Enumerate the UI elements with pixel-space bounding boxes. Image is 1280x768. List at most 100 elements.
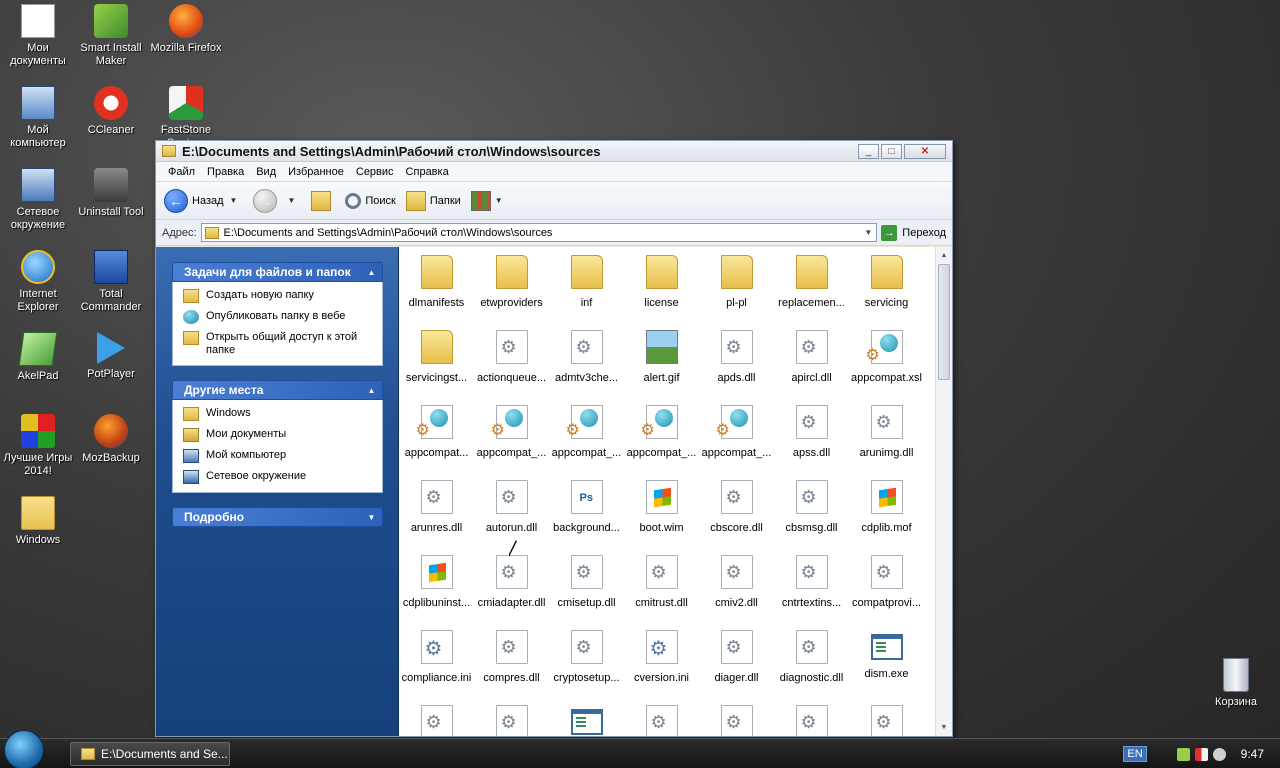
file-item[interactable] [849,703,924,736]
task-publish-web[interactable]: Опубликовать папку в вебе [183,310,374,324]
clock[interactable]: 9:47 [1241,747,1264,761]
file-item[interactable]: dlmanifests [399,253,474,328]
desktop-icon-my-computer[interactable]: Мой компьютер [0,86,76,150]
desktop-icon-akelpad[interactable]: AkelPad [0,332,76,383]
expand-icon[interactable]: ▼ [365,511,378,524]
file-item[interactable]: cmiadapter.dll [474,553,549,628]
file-item[interactable]: appcompat_... [624,403,699,478]
forward-button[interactable]: → ▼ [253,188,301,213]
file-item[interactable]: arunimg.dll [849,403,924,478]
menu-file[interactable]: Файл [162,166,201,178]
file-item[interactable]: apircl.dll [774,328,849,403]
menu-help[interactable]: Справка [400,166,455,178]
file-item[interactable]: alert.gif [624,328,699,403]
file-item[interactable]: inf [549,253,624,328]
file-item[interactable]: cdplib.mof [849,478,924,553]
forward-dropdown-icon[interactable]: ▼ [287,196,295,205]
file-item[interactable]: cmitrust.dll [624,553,699,628]
file-item[interactable] [549,703,624,736]
search-button[interactable]: Поиск [345,192,396,209]
file-item[interactable]: diager.dll [699,628,774,703]
file-item[interactable]: etwproviders [474,253,549,328]
file-item[interactable]: apds.dll [699,328,774,403]
desktop-icon-mozbackup[interactable]: MozBackup [73,414,149,465]
views-button[interactable]: ▼ [470,190,509,211]
file-item[interactable]: appcompat_... [699,403,774,478]
file-item[interactable]: cdplibuninst... [399,553,474,628]
file-item[interactable]: servicingst... [399,328,474,403]
file-item[interactable] [774,703,849,736]
file-item[interactable]: cversion.ini [624,628,699,703]
address-input[interactable]: E:\Documents and Settings\Admin\Рабочий … [200,223,878,242]
task-new-folder[interactable]: Создать новую папку [183,289,374,303]
desktop-icon-network[interactable]: Сетевое окружение [0,168,76,232]
place-my-computer[interactable]: Мой компьютер [183,449,374,463]
file-item[interactable]: diagnostic.dll [774,628,849,703]
details-header[interactable]: Подробно ▼ [172,507,383,527]
volume-icon[interactable] [1212,747,1226,761]
file-item[interactable]: appcompat_... [549,403,624,478]
desktop-icon-recycle-bin[interactable]: Корзина [1198,658,1274,709]
file-item[interactable]: appcompat... [399,403,474,478]
file-item[interactable]: appcompat.xsl [849,328,924,403]
close-button[interactable]: ✕ [904,143,946,159]
file-item[interactable]: actionqueue... [474,328,549,403]
menu-tools[interactable]: Сервис [350,166,400,178]
file-item[interactable]: cbsmsg.dll [774,478,849,553]
collapse-icon[interactable]: ▲ [365,384,378,397]
file-item[interactable] [399,703,474,736]
up-folder-button[interactable] [311,190,335,211]
file-item[interactable]: cntrtextins... [774,553,849,628]
folders-button[interactable]: Папки [405,190,461,211]
scroll-down-icon[interactable]: ▼ [936,719,952,736]
desktop-icon-potplayer[interactable]: PotPlayer [73,332,149,381]
file-item[interactable]: appcompat_... [474,403,549,478]
desktop-icon-ie[interactable]: Internet Explorer [0,250,76,314]
file-item[interactable]: admtv3che... [549,328,624,403]
place-network[interactable]: Сетевое окружение [183,470,374,484]
file-item[interactable] [624,703,699,736]
desktop-icon-smart-install-maker[interactable]: Smart Install Maker [73,4,149,68]
file-item[interactable]: compres.dll [474,628,549,703]
minimize-button[interactable]: _ [858,143,879,159]
file-item[interactable]: cbscore.dll [699,478,774,553]
desktop-icon-total-commander[interactable]: Total Commander [73,250,149,314]
desktop-icon-windows-folder[interactable]: Windows [0,496,76,547]
place-windows[interactable]: Windows [183,407,374,421]
file-item[interactable]: apss.dll [774,403,849,478]
menu-edit[interactable]: Правка [201,166,250,178]
file-item[interactable]: cmisetup.dll [549,553,624,628]
file-item[interactable]: cryptosetup... [549,628,624,703]
file-item[interactable]: compliance.ini [399,628,474,703]
tray-app-icon[interactable] [1176,747,1190,761]
file-item[interactable]: background... [549,478,624,553]
desktop-icon-my-documents[interactable]: Мои документы [0,4,76,68]
address-dropdown-icon[interactable]: ▼ [860,228,876,237]
vertical-scrollbar[interactable]: ▲ ▼ [935,247,952,736]
desktop-icon-uninstall-tool[interactable]: Uninstall Tool [73,168,149,219]
file-item[interactable] [699,703,774,736]
file-item[interactable]: arunres.dll [399,478,474,553]
title-bar[interactable]: E:\Documents and Settings\Admin\Рабочий … [156,141,952,162]
file-item[interactable]: cmiv2.dll [699,553,774,628]
desktop-icon-best-games[interactable]: Лучшие Игры 2014! [0,414,76,478]
back-button[interactable]: ← Назад ▼ [164,188,243,213]
place-my-documents[interactable]: Мои документы [183,428,374,442]
desktop-icon-firefox[interactable]: Mozilla Firefox [148,4,224,55]
file-item[interactable]: dism.exe [849,628,924,703]
shield-icon[interactable] [1194,747,1208,761]
file-item[interactable]: pl-pl [699,253,774,328]
collapse-icon[interactable]: ▲ [365,266,378,279]
scroll-thumb[interactable] [938,264,950,380]
file-item[interactable]: boot.wim [624,478,699,553]
menu-view[interactable]: Вид [250,166,282,178]
other-places-header[interactable]: Другие места ▲ [172,380,383,400]
back-dropdown-icon[interactable]: ▼ [230,196,238,205]
file-item[interactable]: servicing [849,253,924,328]
maximize-button[interactable]: □ [881,143,902,159]
task-share-folder[interactable]: Открыть общий доступ к этой папке [183,331,374,357]
desktop-icon-ccleaner[interactable]: CCleaner [73,86,149,137]
taskbar-window-button[interactable]: E:\Documents and Se... [70,741,230,766]
start-button[interactable] [4,729,44,768]
file-item[interactable] [474,703,549,736]
